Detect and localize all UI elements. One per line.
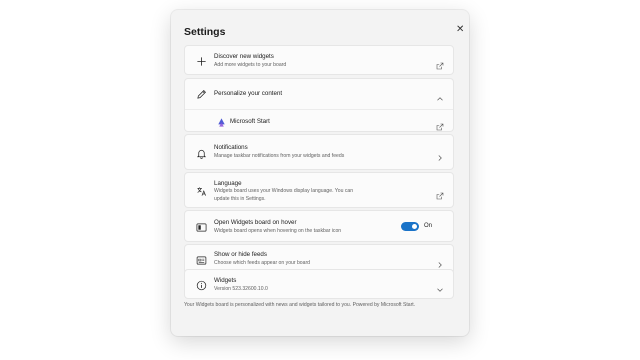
external-link-icon [436, 118, 444, 131]
chevron-down-icon [436, 281, 444, 292]
chevron-right-icon [436, 256, 444, 268]
language-desc-line2: update this in Settings. [214, 195, 266, 202]
personalize-title: Personalize your content [214, 90, 283, 97]
chevron-up-icon [436, 90, 444, 101]
microsoft-start-link[interactable]: Microsoft Start [185, 109, 453, 133]
hover-toggle[interactable] [401, 222, 419, 231]
personalize-content-item: Personalize your content Microsoft Start [184, 78, 454, 132]
discover-desc: Add more widgets to your board [214, 61, 287, 68]
feeds-icon [195, 254, 207, 266]
pen-icon [195, 88, 207, 100]
discover-title: Discover new widgets [214, 53, 274, 60]
hover-desc: Widgets board opens when hovering on the… [214, 227, 342, 234]
feeds-desc: Choose which feeds appear on your board [214, 259, 310, 266]
widgets-info-item[interactable]: Widgets Version 523.32600.10.0 [184, 269, 454, 299]
toggle-state-label: On [423, 223, 432, 229]
close-button[interactable]: ✕ [456, 25, 464, 35]
notifications-item[interactable]: Notifications Manage taskbar notificatio… [184, 134, 454, 170]
microsoft-start-title: Microsoft Start [230, 118, 270, 125]
widgets-icon [195, 221, 207, 233]
personalize-header[interactable]: Personalize your content [185, 79, 453, 109]
widgets-title: Widgets [214, 277, 237, 284]
info-icon [195, 279, 207, 291]
bell-icon [195, 147, 207, 159]
notifications-desc: Manage taskbar notifications from your w… [214, 152, 345, 159]
plus-icon [195, 55, 207, 67]
chevron-right-icon [436, 149, 444, 161]
language-desc-line1: Widgets board uses your Windows display … [214, 188, 354, 194]
toggle-knob [412, 224, 417, 229]
settings-dialog: ✕ Settings Discover new widgets Add more… [171, 10, 469, 336]
hover-item: Open Widgets board on hover Widgets boar… [184, 210, 454, 242]
widgets-version: Version 523.32600.10.0 [214, 285, 268, 292]
language-title: Language [214, 180, 242, 187]
language-item[interactable]: Language Widgets board uses your Windows… [184, 172, 454, 208]
language-icon [195, 185, 207, 197]
microsoft-start-icon [215, 116, 227, 128]
footer-note: Your Widgets board is personalized with … [184, 302, 416, 308]
dialog-title: Settings [184, 26, 226, 38]
external-link-icon [436, 57, 444, 70]
external-link-icon [436, 187, 444, 200]
language-desc: Widgets board uses your Windows display … [214, 188, 353, 204]
discover-widgets-item[interactable]: Discover new widgets Add more widgets to… [184, 45, 454, 75]
feeds-title: Show or hide feeds [214, 251, 267, 258]
notifications-title: Notifications [214, 144, 248, 151]
hover-title: Open Widgets board on hover [214, 219, 297, 226]
